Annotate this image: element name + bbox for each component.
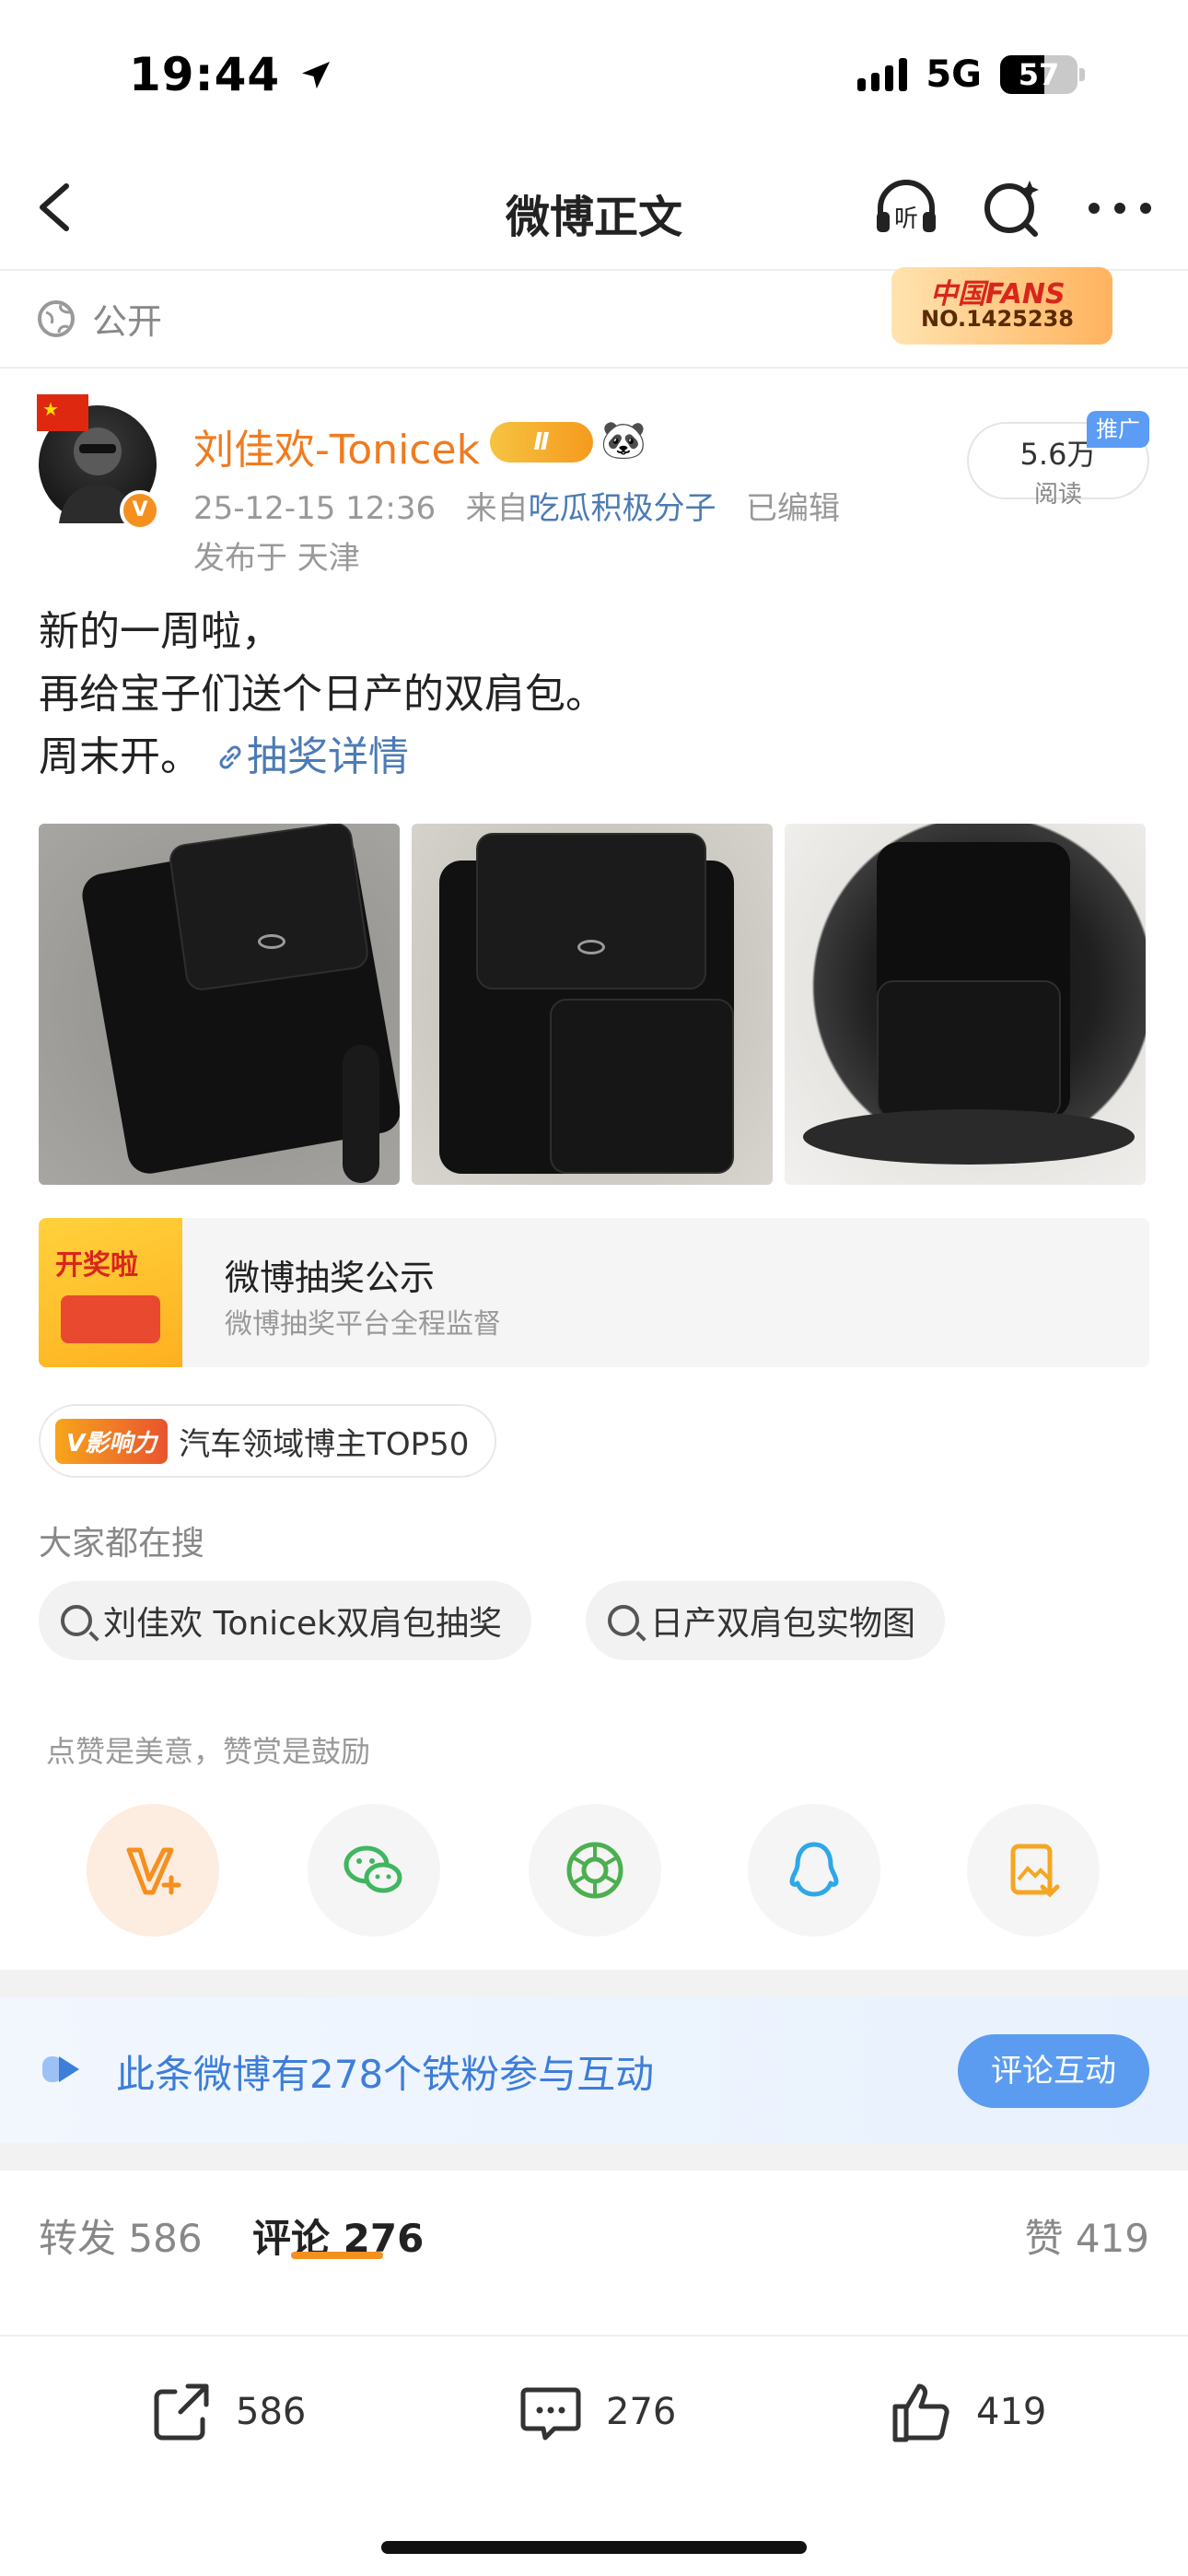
lottery-thumbnail: 开奖啦 [39,1218,182,1367]
location-arrow-icon [301,62,330,89]
signal-icon [857,58,908,91]
active-tab-indicator [291,2252,383,2259]
link-icon [219,745,241,769]
trending-search-heading: 大家都在搜 [39,1525,205,1563]
post-image[interactable] [39,824,400,1185]
battery-level: 57 [1018,57,1060,92]
save-image-button[interactable] [967,1804,1100,1937]
status-time: 19:44 [129,48,334,101]
source-prefix: 来自 [465,490,529,527]
comment-interact-button[interactable]: 评论互动 [958,2034,1149,2108]
status-time-text: 19:44 [129,48,281,101]
post-line: 新的一周啦， [39,608,282,655]
repost-count: 586 [236,2391,307,2433]
comment-button[interactable]: 276 [514,2375,676,2449]
tab-repost-label: 转发 [39,2216,117,2261]
post-meta: 25-12-15 12:36 来自吃瓜积极分子 已编辑 [193,483,840,528]
lottery-details-link[interactable]: 抽奖详情 [214,733,409,780]
influence-text: 汽车领域博主TOP50 [179,1425,470,1463]
save-image-icon [1010,1844,1060,1898]
search-chip-text: 日产双肩包实物图 [650,1605,916,1643]
battery-icon: 57 [1000,55,1085,94]
vip-badge[interactable]: Ⅱ [490,422,593,463]
share-qq-button[interactable] [748,1804,880,1937]
home-indicator[interactable] [381,2541,807,2554]
post-body: 新的一周啦， 再给宝子们送个日产的双肩包。 周末开。 抽奖详情 [39,601,606,789]
thumbs-up-icon [892,2383,949,2442]
tab-like-label: 赞 [1024,2216,1064,2261]
lottery-thumb-text: 开奖啦 [55,1249,138,1282]
bottom-action-bar: 586 276 419 [0,2335,1188,2576]
post-image[interactable] [412,824,773,1185]
ai-search-button[interactable] [976,171,1050,245]
panda-icon: 🐼 [600,419,646,462]
tab-repost-count: 586 [128,2216,203,2261]
reward-button[interactable] [87,1804,219,1937]
reads-label: 阅读 [1033,481,1082,509]
post-image[interactable] [785,824,1146,1185]
influence-badge: V影响力 [55,1418,169,1464]
search-chip[interactable]: 刘佳欢 Tonicek双肩包抽奖 [39,1581,531,1660]
moments-aperture-icon [566,1842,623,1899]
visibility-label: 公开 [92,301,163,342]
fans-interaction-bar: 此条微博有278个铁粉参与互动 评论互动 [0,1997,1188,2143]
status-indicators: 5G 57 [857,53,1085,96]
search-chip-text: 刘佳欢 Tonicek双肩包抽奖 [103,1605,502,1643]
repost-button[interactable]: 586 [144,2375,306,2449]
more-button[interactable] [1083,171,1157,245]
fans-arrow-icon [42,2056,79,2082]
section-divider [0,367,1188,369]
share-icon [154,2383,209,2441]
sparkle-search-icon [984,181,1039,237]
lottery-title: 微博抽奖公示 [225,1258,436,1298]
share-wechat-button[interactable] [308,1804,440,1937]
globe-icon [38,299,75,337]
tab-like[interactable]: 赞 419 [1024,2207,1149,2264]
lottery-subtitle: 微博抽奖平台全程监督 [225,1308,501,1341]
search-icon [61,1605,92,1636]
verified-badge: V [120,490,160,531]
qq-penguin-icon [789,1842,839,1897]
reward-v-icon [126,1847,181,1895]
vip-level: Ⅱ [533,428,550,456]
reward-hint: 点赞是美意，赞赏是鼓励 [46,1734,371,1769]
comment-count: 276 [606,2391,677,2433]
lottery-card[interactable]: 开奖啦 微博抽奖公示 微博抽奖平台全程监督 [39,1218,1149,1367]
visibility-row: 公开 [37,293,162,344]
like-button[interactable]: 419 [884,2375,1046,2449]
post-line: 周末开。 [39,733,201,780]
search-icon [608,1605,639,1636]
promo-tag: 推广 [1087,411,1149,448]
post-line: 再给宝子们送个日产的双肩包。 [39,671,606,718]
post-location: 发布于 天津 [193,540,360,577]
comment-icon [520,2387,581,2441]
author-name[interactable]: 刘佳欢-Tonicek [193,416,480,475]
interaction-tabs: 转发 586 评论 276 赞 419 [0,2171,1188,2290]
post-time: 25-12-15 12:36 [193,490,437,527]
headphones-icon: 听 [877,180,936,233]
share-moments-button[interactable] [529,1804,661,1937]
fans-badge[interactable]: 中国FANS NO.1425238 [891,267,1112,345]
tab-like-count: 419 [1075,2216,1149,2261]
fans-badge-number: NO.1425238 [921,306,1074,332]
flag-icon: ★ [37,394,88,431]
source-link[interactable]: 吃瓜积极分子 [529,490,716,527]
listen-button[interactable]: 听 [869,171,943,245]
influence-tag[interactable]: V影响力 汽车领域博主TOP50 [39,1404,497,1478]
network-type: 5G [926,53,982,96]
search-chip[interactable]: 日产双肩包实物图 [586,1581,946,1660]
section-separator [0,1970,1188,1997]
like-count: 419 [976,2391,1047,2433]
tab-repost[interactable]: 转发 586 [39,2207,203,2264]
svg-text:听: 听 [894,205,918,233]
fans-interaction-text: 此条微博有278个铁粉参与互动 [116,2052,655,2097]
more-dots-icon [1089,203,1151,214]
wechat-icon [344,1845,402,1893]
edited-label[interactable]: 已编辑 [746,490,840,527]
section-separator [0,2143,1188,2171]
lottery-details-text: 抽奖详情 [247,733,409,780]
